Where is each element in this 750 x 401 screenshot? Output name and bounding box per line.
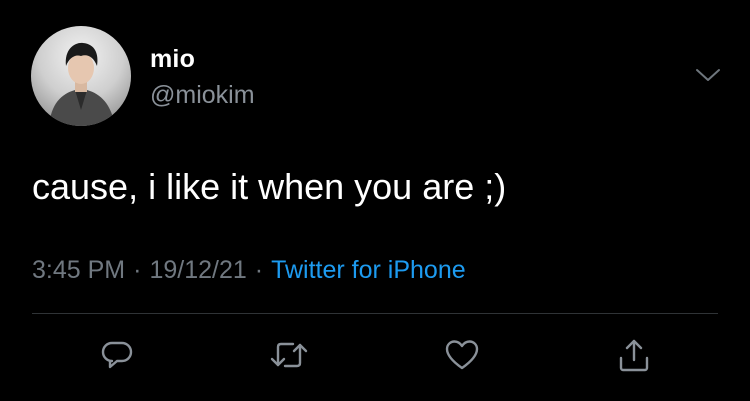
divider (32, 313, 718, 314)
user-handle[interactable]: @miokim (150, 81, 255, 110)
reply-icon (101, 341, 133, 369)
tweet-source-link[interactable]: Twitter for iPhone (271, 256, 466, 284)
meta-separator: · (254, 256, 264, 284)
profile-photo (31, 26, 131, 126)
tweet-time: 3:45 PM (32, 256, 126, 284)
tweet-detail: mio @miokim cause, i like it when you ar… (0, 0, 750, 401)
reply-button[interactable] (95, 333, 139, 377)
heart-icon (445, 340, 479, 370)
share-icon (619, 339, 649, 372)
share-button[interactable] (612, 333, 656, 377)
chevron-down-icon[interactable] (693, 64, 723, 86)
tweet-meta: 3:45 PM · 19/12/21 · Twitter for iPhone (32, 256, 466, 285)
display-name[interactable]: mio (150, 45, 195, 74)
tweet-date: 19/12/21 (149, 256, 247, 284)
meta-separator: · (133, 256, 142, 284)
like-button[interactable] (440, 333, 484, 377)
retweet-button[interactable] (267, 333, 311, 377)
avatar[interactable] (31, 26, 131, 126)
tweet-text: cause, i like it when you are ;) (32, 166, 507, 207)
retweet-icon (270, 342, 308, 368)
